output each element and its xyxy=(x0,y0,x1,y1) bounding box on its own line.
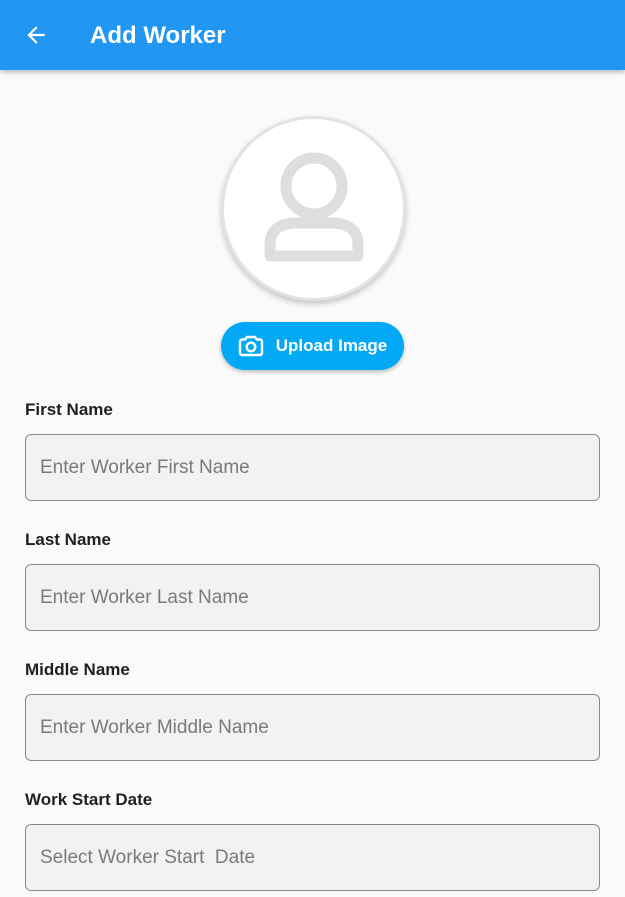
camera-icon xyxy=(238,334,264,358)
work-start-date-field[interactable] xyxy=(25,824,600,891)
middle-name-field[interactable] xyxy=(25,694,600,761)
middle-name-label: Middle Name xyxy=(25,660,130,679)
back-button[interactable] xyxy=(18,17,54,53)
app-bar: Add Worker xyxy=(0,0,625,70)
last-name-field[interactable] xyxy=(25,564,600,631)
page-title: Add Worker xyxy=(90,22,226,49)
first-name-label: First Name xyxy=(25,400,113,419)
avatar[interactable] xyxy=(221,116,406,301)
upload-image-label: Upload Image xyxy=(275,336,388,355)
first-name-field[interactable] xyxy=(25,434,600,501)
upload-image-button[interactable]: Upload Image xyxy=(221,322,404,370)
work-start-date-label: Work Start Date xyxy=(25,790,153,809)
person-placeholder-icon xyxy=(264,152,363,261)
arrow-left-icon xyxy=(27,26,45,44)
last-name-label: Last Name xyxy=(25,530,111,549)
